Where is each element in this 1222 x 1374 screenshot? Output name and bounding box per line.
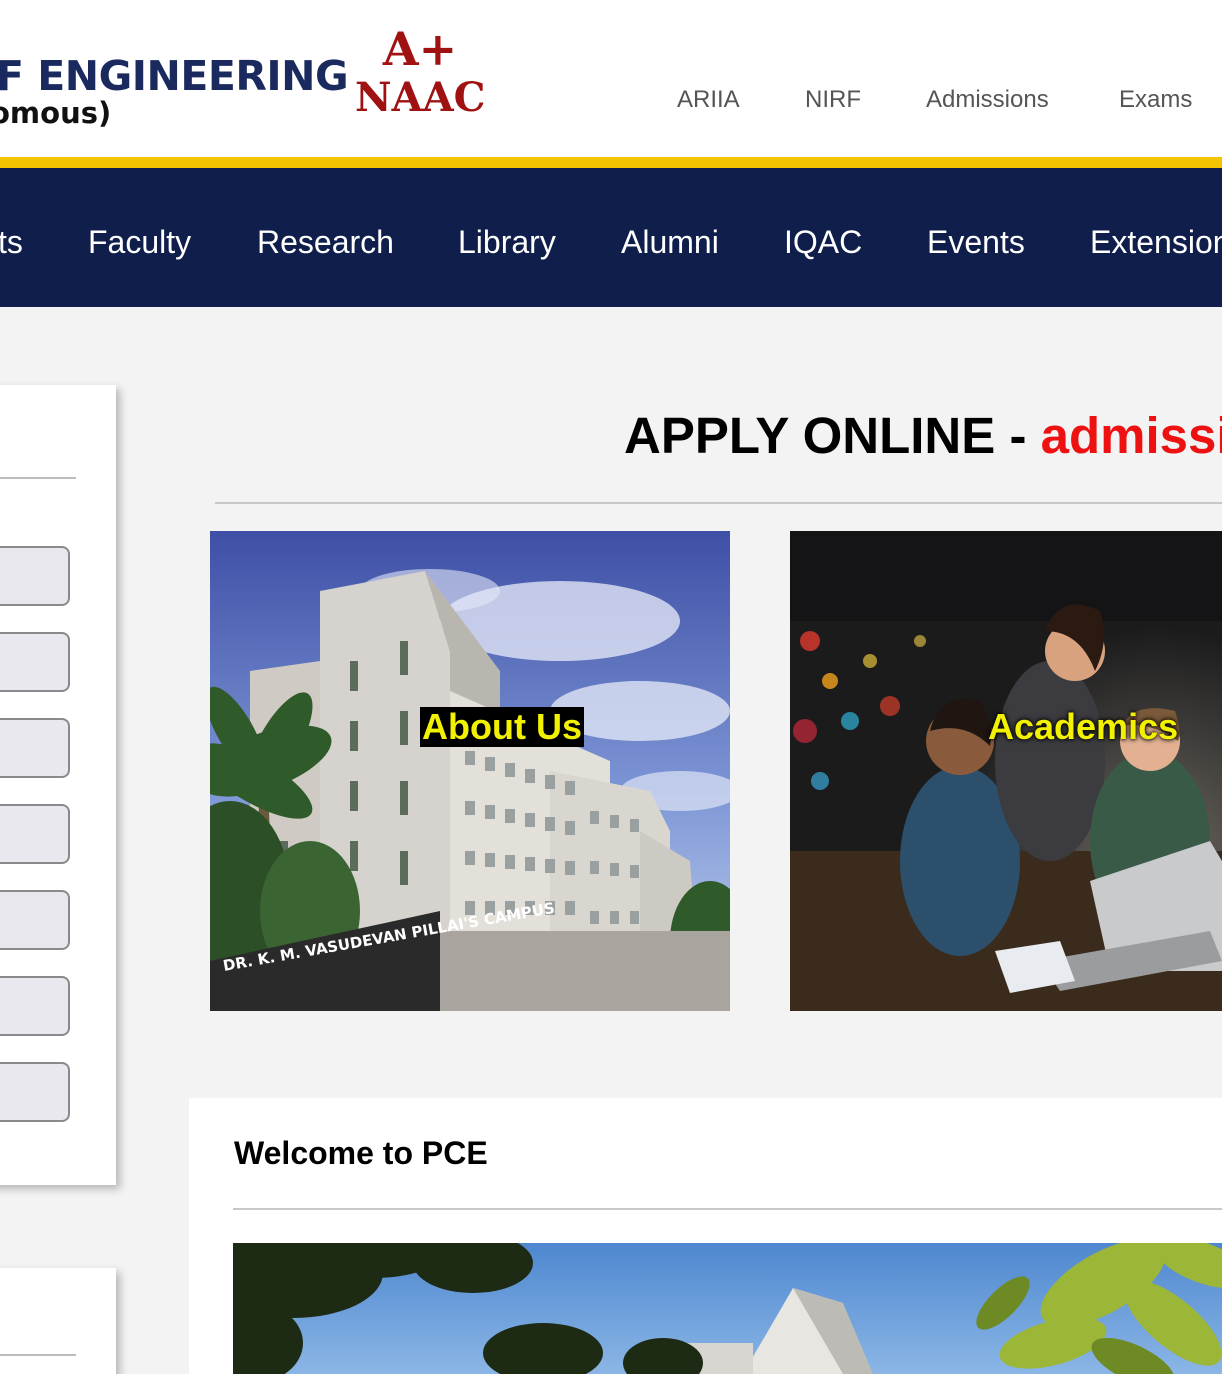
- apply-online-highlight: admissio: [1040, 407, 1222, 464]
- nav-item-students[interactable]: ts: [0, 224, 23, 261]
- students-laptop-image: [790, 531, 1222, 1011]
- top-link-admissions[interactable]: Admissions: [926, 86, 1049, 114]
- nav-item-library[interactable]: Library: [458, 224, 556, 261]
- about-us-label[interactable]: About Us: [420, 707, 584, 747]
- sidebar-button[interactable]: [0, 804, 70, 864]
- naac-grade: A+: [382, 22, 458, 76]
- apply-online-heading[interactable]: APPLY ONLINE - admissio: [624, 406, 1222, 465]
- top-link-nirf[interactable]: NIRF: [805, 86, 861, 114]
- sidebar-divider: [0, 1354, 76, 1356]
- campus-building-image: DR. K. M. VASUDEVAN PILLAI'S CAMPUS: [210, 531, 730, 1011]
- main-nav: ts Faculty Research Library Alumni IQAC …: [0, 168, 1222, 307]
- sidebar-panel: [0, 385, 116, 1185]
- header-accent-bar: [0, 157, 1222, 168]
- welcome-section: Welcome to PCE: [189, 1098, 1222, 1374]
- sidebar-divider: [0, 477, 76, 479]
- academics-card[interactable]: Academics: [790, 531, 1222, 1011]
- sidebar-button[interactable]: [0, 718, 70, 778]
- nav-item-iqac[interactable]: IQAC: [784, 224, 862, 261]
- sidebar-button[interactable]: [0, 1062, 70, 1122]
- welcome-title: Welcome to PCE: [234, 1135, 488, 1171]
- nav-item-alumni[interactable]: Alumni: [621, 224, 719, 261]
- welcome-divider: [233, 1208, 1222, 1210]
- welcome-campus-image: [233, 1243, 1222, 1374]
- nav-item-extension[interactable]: Extension: [1090, 224, 1222, 261]
- sidebar-panel-secondary: [0, 1268, 116, 1374]
- nav-item-research[interactable]: Research: [257, 224, 394, 261]
- site-header: F ENGINEERING omous) A+ NAAC ARIIA NIRF …: [0, 0, 1222, 158]
- sidebar-button[interactable]: [0, 890, 70, 950]
- apply-divider: [215, 502, 1222, 504]
- apply-online-prefix: APPLY ONLINE -: [624, 407, 1041, 464]
- sidebar-button[interactable]: [0, 976, 70, 1036]
- sidebar-button[interactable]: [0, 632, 70, 692]
- top-link-ariia[interactable]: ARIIA: [677, 86, 740, 114]
- nav-item-faculty[interactable]: Faculty: [88, 224, 191, 261]
- about-us-card[interactable]: DR. K. M. VASUDEVAN PILLAI'S CAMPUS Abou…: [210, 531, 730, 1011]
- academics-label[interactable]: Academics: [986, 707, 1180, 747]
- sidebar-button[interactable]: [0, 546, 70, 606]
- nav-item-events[interactable]: Events: [927, 224, 1025, 261]
- top-link-exams[interactable]: Exams: [1119, 86, 1192, 114]
- top-links: ARIIA NIRF Admissions Exams: [0, 86, 1222, 122]
